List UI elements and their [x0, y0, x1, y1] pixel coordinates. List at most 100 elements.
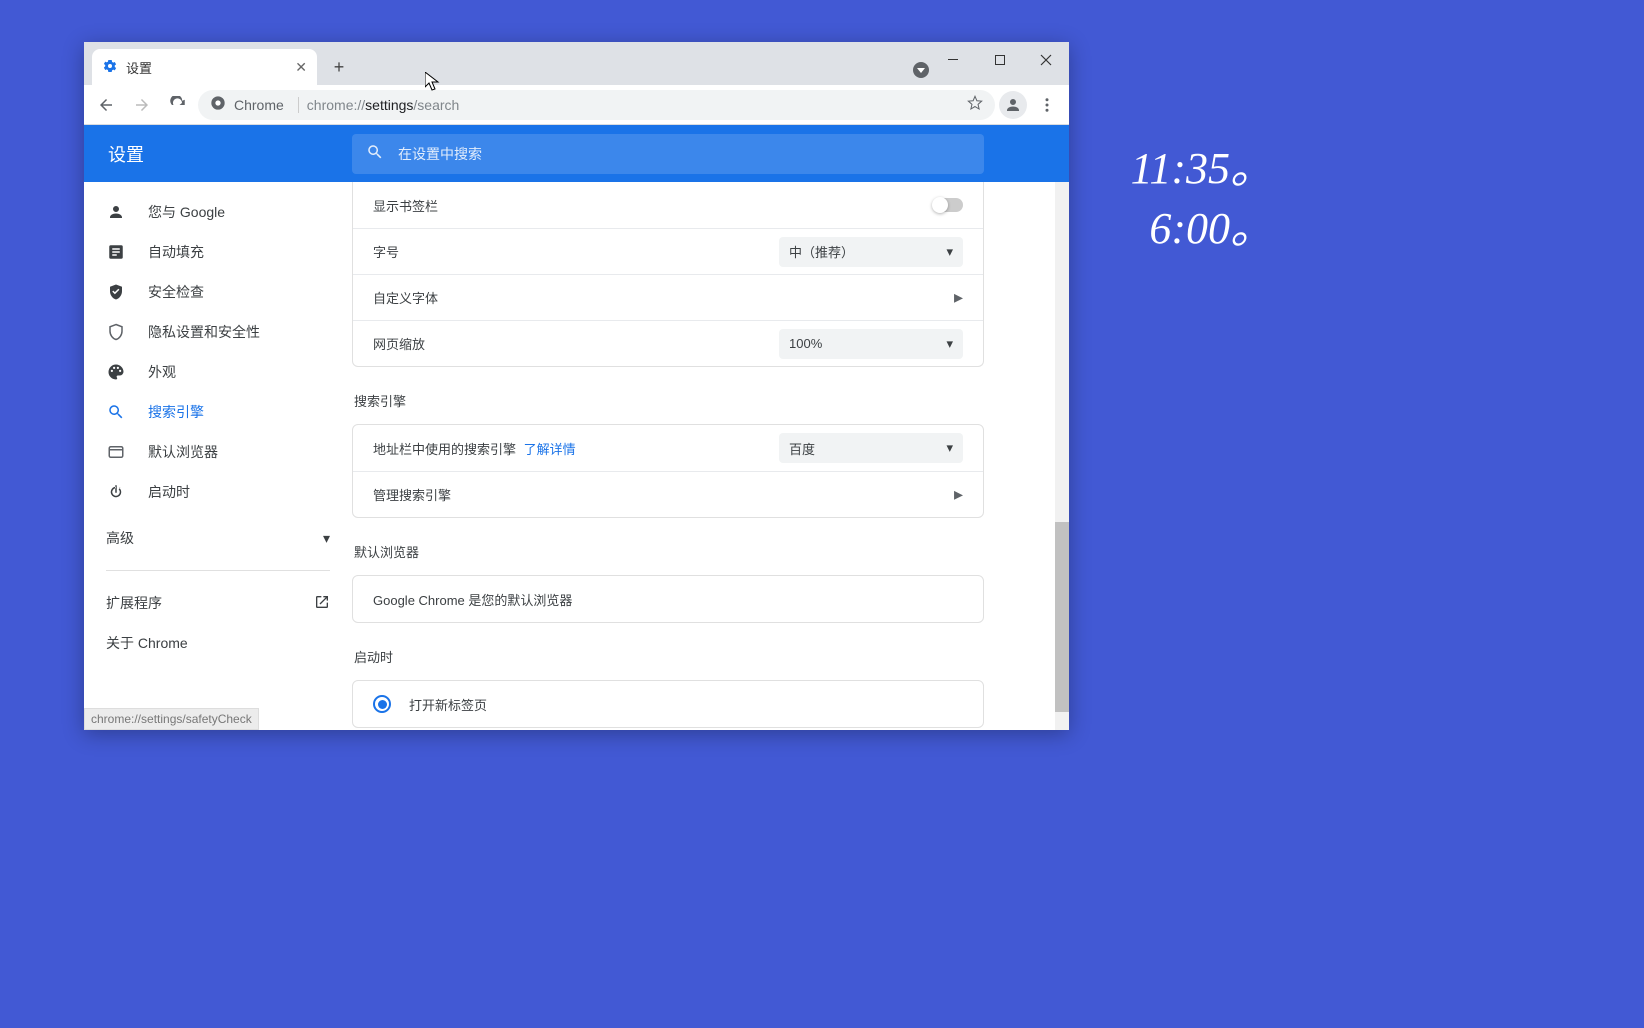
sidebar-advanced-toggle[interactable]: 高级 ▾ [84, 518, 352, 558]
desktop-clock-1: 11:35。 [1131, 132, 1274, 196]
sidebar-item-you-and-google[interactable]: 您与 Google [84, 192, 352, 232]
sidebar-item-label: 默认浏览器 [148, 442, 218, 462]
sidebar-item-safety-check[interactable]: 安全检查 [84, 272, 352, 312]
new-tab-button[interactable]: + [325, 53, 353, 81]
row-address-bar-search-engine: 地址栏中使用的搜索引擎 了解详情 百度 ▾ [353, 425, 983, 471]
status-url: chrome://settings/safetyCheck [91, 712, 252, 726]
tab-search-icon[interactable] [913, 62, 929, 78]
sidebar-extensions[interactable]: 扩展程序 [84, 583, 352, 623]
row-label: 管理搜索引擎 [373, 485, 451, 504]
shield-check-icon [106, 283, 126, 301]
sidebar-item-autofill[interactable]: 自动填充 [84, 232, 352, 272]
sidebar-item-label: 安全检查 [148, 282, 204, 302]
settings-header: 设置 在设置中搜索 [84, 125, 1069, 182]
row-manage-search-engines[interactable]: 管理搜索引擎 ▸ [353, 471, 983, 517]
row-label: 显示书签栏 [373, 196, 438, 215]
sidebar-item-default-browser[interactable]: 默认浏览器 [84, 432, 352, 472]
sidebar-about-chrome[interactable]: 关于 Chrome [84, 623, 352, 663]
row-show-bookmarks[interactable]: 显示书签栏 [353, 182, 983, 228]
learn-more-link[interactable]: 了解详情 [524, 442, 576, 457]
row-label: 网页缩放 [373, 334, 425, 353]
sidebar-item-label: 您与 Google [148, 202, 225, 222]
dropdown-value: 中（推荐） [789, 242, 854, 261]
palette-icon [106, 363, 126, 381]
chevron-down-icon: ▾ [946, 244, 953, 260]
radio-new-tab[interactable] [373, 695, 391, 713]
sidebar-item-label: 隐私设置和安全性 [148, 322, 260, 342]
reload-button[interactable] [162, 89, 194, 121]
sidebar-item-label: 自动填充 [148, 242, 204, 262]
browser-toolbar: Chrome chrome://settings/search [84, 85, 1069, 125]
chevron-down-icon: ▾ [946, 336, 953, 352]
dropdown-value: 100% [789, 336, 822, 351]
browser-icon [106, 443, 126, 461]
dropdown-value: 百度 [789, 439, 815, 458]
sidebar-item-on-startup[interactable]: 启动时 [84, 472, 352, 512]
font-size-dropdown[interactable]: 中（推荐） ▾ [779, 237, 963, 267]
person-icon [106, 203, 126, 221]
section-title-default-browser: 默认浏览器 [354, 542, 984, 561]
shield-icon [106, 323, 126, 341]
search-icon [106, 403, 126, 421]
search-placeholder: 在设置中搜索 [398, 144, 482, 164]
settings-title: 设置 [84, 141, 352, 167]
forward-button[interactable] [126, 89, 158, 121]
sidebar-item-label: 搜索引擎 [148, 402, 204, 422]
zoom-dropdown[interactable]: 100% ▾ [779, 329, 963, 359]
tab-title: 设置 [126, 58, 152, 77]
settings-sidebar: 您与 Google 自动填充 安全检查 隐私设置和安全性 外观 搜索引擎 [84, 182, 352, 730]
power-icon [106, 483, 126, 501]
row-custom-fonts[interactable]: 自定义字体 ▸ [353, 274, 983, 320]
row-label: 打开新标签页 [409, 695, 487, 714]
row-startup-new-tab[interactable]: 打开新标签页 [353, 681, 983, 727]
sidebar-item-label: 外观 [148, 362, 176, 382]
settings-search[interactable]: 在设置中搜索 [352, 134, 984, 174]
sidebar-item-appearance[interactable]: 外观 [84, 352, 352, 392]
search-engine-dropdown[interactable]: 百度 ▾ [779, 433, 963, 463]
chevron-down-icon: ▾ [946, 440, 953, 456]
sidebar-divider [106, 570, 330, 571]
browser-tab[interactable]: 设置 ✕ [92, 49, 317, 85]
row-label: 自定义字体 [373, 288, 438, 307]
sidebar-item-search-engine[interactable]: 搜索引擎 [84, 392, 352, 432]
chrome-logo-icon [210, 95, 226, 114]
chevron-right-icon: ▸ [954, 484, 963, 505]
close-tab-button[interactable]: ✕ [295, 59, 307, 76]
row-font-size: 字号 中（推荐） ▾ [353, 228, 983, 274]
settings-main: 显示书签栏 字号 中（推荐） ▾ 自定义字体 ▸ [352, 182, 1069, 730]
window-controls [931, 42, 1069, 78]
bookmarks-toggle[interactable] [933, 198, 963, 212]
row-page-zoom: 网页缩放 100% ▾ [353, 320, 983, 366]
browser-window: 设置 ✕ + Chrome chrome://settings/search 设… [84, 42, 1069, 730]
address-bar[interactable]: Chrome chrome://settings/search [198, 90, 995, 120]
address-url: chrome://settings/search [307, 97, 460, 113]
scrollbar-track[interactable] [1055, 182, 1069, 730]
close-window-button[interactable] [1023, 42, 1069, 78]
maximize-button[interactable] [977, 42, 1023, 78]
bookmark-star-icon[interactable] [967, 95, 983, 114]
back-button[interactable] [90, 89, 122, 121]
address-context-label: Chrome [234, 97, 284, 113]
row-label: Google Chrome 是您的默认浏览器 [373, 590, 572, 609]
chevron-right-icon: ▸ [954, 287, 963, 308]
sidebar-advanced-label: 高级 [106, 528, 134, 548]
desktop-clock-2: 6:00。 [1149, 192, 1274, 256]
status-bar: chrome://settings/safetyCheck [84, 708, 259, 730]
minimize-button[interactable] [931, 42, 977, 78]
tab-bar: 设置 ✕ + [84, 42, 1069, 85]
scrollbar-thumb[interactable] [1055, 522, 1069, 712]
gear-icon [102, 58, 118, 77]
address-separator [298, 97, 299, 113]
row-default-browser-status: Google Chrome 是您的默认浏览器 [353, 576, 983, 622]
sidebar-item-privacy[interactable]: 隐私设置和安全性 [84, 312, 352, 352]
settings-content: 您与 Google 自动填充 安全检查 隐私设置和安全性 外观 搜索引擎 [84, 182, 1069, 730]
search-icon [366, 143, 384, 164]
section-title-on-startup: 启动时 [354, 647, 984, 666]
external-link-icon [314, 594, 330, 613]
sidebar-item-label: 启动时 [148, 482, 190, 502]
sidebar-extensions-label: 扩展程序 [106, 593, 162, 613]
autofill-icon [106, 243, 126, 261]
section-title-search-engine: 搜索引擎 [354, 391, 984, 410]
menu-button[interactable] [1031, 89, 1063, 121]
profile-button[interactable] [999, 91, 1027, 119]
